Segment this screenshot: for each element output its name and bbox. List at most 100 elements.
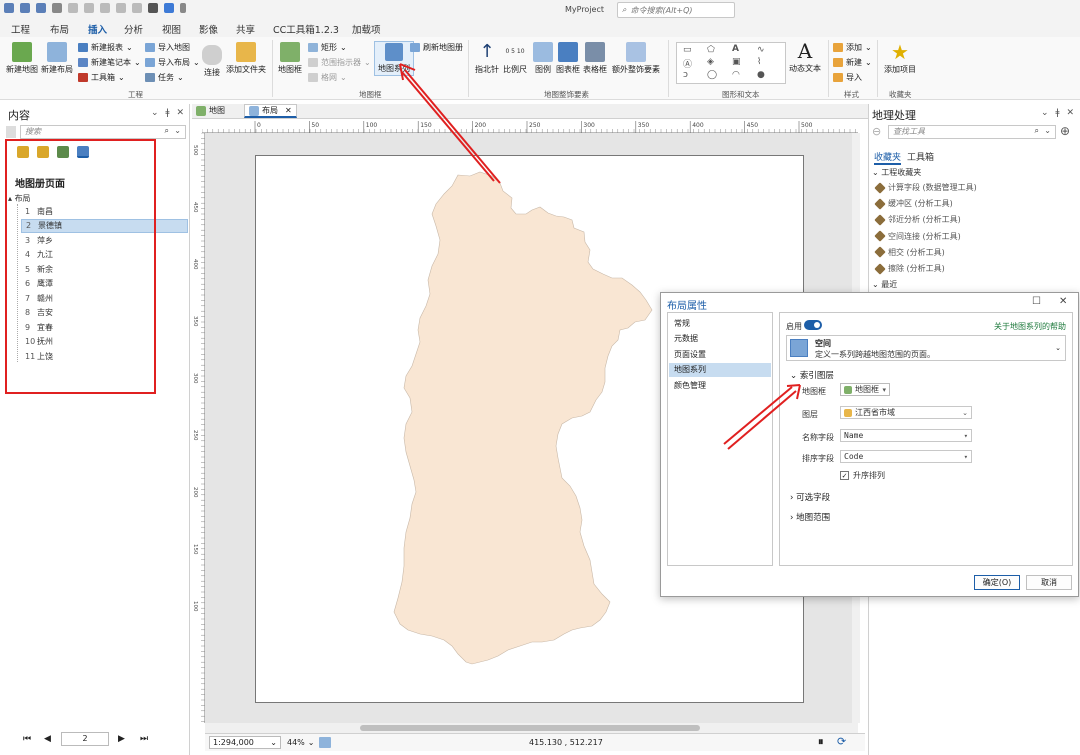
ascending-label: 升序排列 (853, 471, 885, 480)
maximize-icon[interactable]: ☐ (1032, 296, 1041, 307)
snapping-icon[interactable] (319, 737, 331, 748)
optional-fields-section[interactable]: › 可选字段 (790, 491, 830, 503)
chevron-right-icon: › (790, 493, 794, 503)
ok-button[interactable]: 确定(O) (974, 575, 1020, 590)
chevron-down-icon: ⌄ (307, 738, 315, 747)
map-frame-select[interactable]: 地图框 ▾ (840, 383, 890, 396)
tool-label: 缓冲区 (分析工具) (888, 199, 953, 209)
geoprocessing-title: 地理处理 (872, 109, 916, 122)
sort-field-select[interactable]: Code ▾ (840, 450, 972, 463)
tool-label: 相交 (分析工具) (888, 247, 945, 257)
refresh-icon[interactable]: ⟳ (837, 735, 846, 748)
sort-field-value: Code (844, 452, 864, 461)
name-field-value: Name (844, 431, 864, 440)
map-frame-icon (844, 385, 852, 394)
favorite-tool-item[interactable]: 空间连接 (分析工具) (874, 230, 961, 242)
tab-favorites[interactable]: 收藏夹 (874, 150, 902, 165)
recent-section[interactable]: ⌄ 最近 (872, 279, 897, 290)
series-type-desc: 定义一系列跨越地图范围的页面。 (815, 350, 935, 359)
project-favorites-section[interactable]: ⌄ 工程收藏夹 (872, 167, 921, 178)
chevron-down-icon: ⌄ (962, 409, 968, 417)
series-type-title: 空间 (815, 339, 831, 348)
hammer-icon (874, 214, 886, 226)
polygon-layer-icon (844, 408, 852, 417)
tool-label: 擦除 (分析工具) (888, 264, 945, 273)
chevron-down-icon: ▾ (963, 432, 968, 440)
city-boundary-polygon[interactable] (393, 171, 653, 665)
pane-controls: ⌄ ǂ ✕ (1041, 108, 1074, 118)
name-field-label: 名称字段 (802, 433, 834, 442)
hammer-icon (874, 262, 886, 275)
map-frame-value: 地图框 (855, 385, 879, 394)
dialog-nav-item[interactable]: 地图系列 (669, 362, 771, 377)
layer-field-label: 图层 (802, 410, 818, 419)
status-bar: 1:294,000 ⌄ 44% ⌄ 415.130 , 512.217 ⏸ ⟳ (205, 733, 865, 751)
favorite-tool-item[interactable]: 邻近分析 (分析工具) (874, 214, 961, 226)
back-icon[interactable]: ⊖ (872, 125, 881, 138)
map-extent-label: 地图范围 (796, 513, 831, 523)
series-type-selector[interactable]: 空间 定义一系列跨越地图范围的页面。 ⌄ (786, 335, 1066, 361)
checkbox-checked-icon[interactable]: ✓ (840, 471, 849, 480)
dialog-nav-item[interactable]: 元数据 (669, 332, 771, 346)
dialog-title: 布局属性 (667, 301, 707, 312)
pause-drawing-icon[interactable]: ⏸ (818, 735, 824, 749)
tool-label: 计算字段 (数据管理工具) (888, 183, 977, 192)
cancel-button[interactable]: 取消 (1026, 575, 1072, 590)
chevron-down-icon: ⌄ (790, 371, 798, 381)
dialog-nav-item[interactable]: 常规 (669, 316, 771, 330)
search-icon: ⌕ (1034, 126, 1039, 135)
pane-menu-icon[interactable]: ⌄ (1041, 108, 1049, 118)
enable-label: 启用 (786, 322, 802, 331)
zoom-selector[interactable]: 44% ⌄ (284, 736, 314, 749)
tool-search-input[interactable]: 查找工具 ⌕ ⌄ (888, 125, 1056, 139)
map-frame-field-label: 地图框 (802, 387, 826, 396)
index-layer-label: 索引图层 (799, 371, 834, 381)
chevron-down-icon: ▾ (963, 453, 968, 461)
name-field-select[interactable]: Name ▾ (840, 429, 972, 442)
layer-value: 江西省市域 (855, 408, 895, 417)
enable-toggle[interactable] (804, 320, 822, 330)
close-icon[interactable]: ✕ (1066, 108, 1074, 118)
scale-value: 1:294,000 (213, 738, 254, 747)
chevron-down-icon: ▾ (882, 386, 886, 394)
hammer-icon (874, 230, 886, 242)
tab-toolboxes[interactable]: 工具箱 (907, 150, 934, 163)
scale-selector[interactable]: 1:294,000 ⌄ (209, 736, 281, 749)
hammer-icon (874, 198, 886, 210)
tool-label: 邻近分析 (分析工具) (888, 215, 961, 225)
spatial-series-icon (790, 339, 808, 357)
map-extent-section[interactable]: › 地图范围 (790, 511, 830, 523)
dialog-nav-list: 常规元数据 页面设置 地图系列 颜色管理 (667, 312, 773, 566)
optional-fields-label: 可选字段 (796, 493, 831, 503)
chevron-down-icon: ⌄ (872, 168, 879, 177)
toggle-knob (814, 322, 820, 328)
index-layer-section[interactable]: ⌄ 索引图层 (790, 369, 834, 381)
favorite-tool-item[interactable]: 擦除 (分析工具) (874, 262, 945, 275)
hammer-icon (874, 181, 886, 194)
coordinates-readout: 415.130 , 512.217 (529, 738, 603, 747)
ascending-checkbox[interactable]: ✓ 升序排列 (840, 470, 885, 481)
layout-properties-dialog: 布局属性 ☐ ✕ 常规 元数据 页面设置 地图系列 颜色管理 启用 关于地图系列的帮助 … (660, 292, 1079, 597)
help-link[interactable]: 关于地图系列的帮助 (994, 321, 1066, 332)
layer-select[interactable]: 江西省市域 ⌄ (840, 406, 972, 419)
chevron-down-icon: ⌄ (1055, 344, 1061, 352)
recent-label: 最近 (881, 280, 898, 289)
favorite-tool-item[interactable]: 计算字段 (数据管理工具) (874, 181, 977, 194)
chevron-down-icon: ⌄ (270, 738, 277, 747)
favorite-tool-item[interactable]: 缓冲区 (分析工具) (874, 198, 953, 210)
chevron-down-icon[interactable]: ⌄ (1044, 126, 1051, 135)
hammer-icon (874, 246, 886, 258)
add-tool-icon[interactable]: ⊕ (1060, 124, 1070, 138)
chevron-down-icon: ⌄ (872, 280, 879, 289)
chevron-right-icon: › (790, 513, 794, 523)
dialog-nav-item[interactable]: 页面设置 (669, 347, 771, 361)
project-favorites-label: 工程收藏夹 (881, 168, 922, 177)
scrollbar-thumb[interactable] (360, 725, 700, 731)
close-icon[interactable]: ✕ (1059, 296, 1067, 307)
sort-field-label: 排序字段 (802, 454, 834, 463)
horizontal-scrollbar[interactable] (205, 723, 858, 733)
tool-label: 空间连接 (分析工具) (888, 231, 961, 241)
pin-icon[interactable]: ǂ (1055, 108, 1059, 118)
favorite-tool-item[interactable]: 相交 (分析工具) (874, 246, 945, 258)
dialog-nav-item[interactable]: 颜色管理 (669, 378, 771, 392)
